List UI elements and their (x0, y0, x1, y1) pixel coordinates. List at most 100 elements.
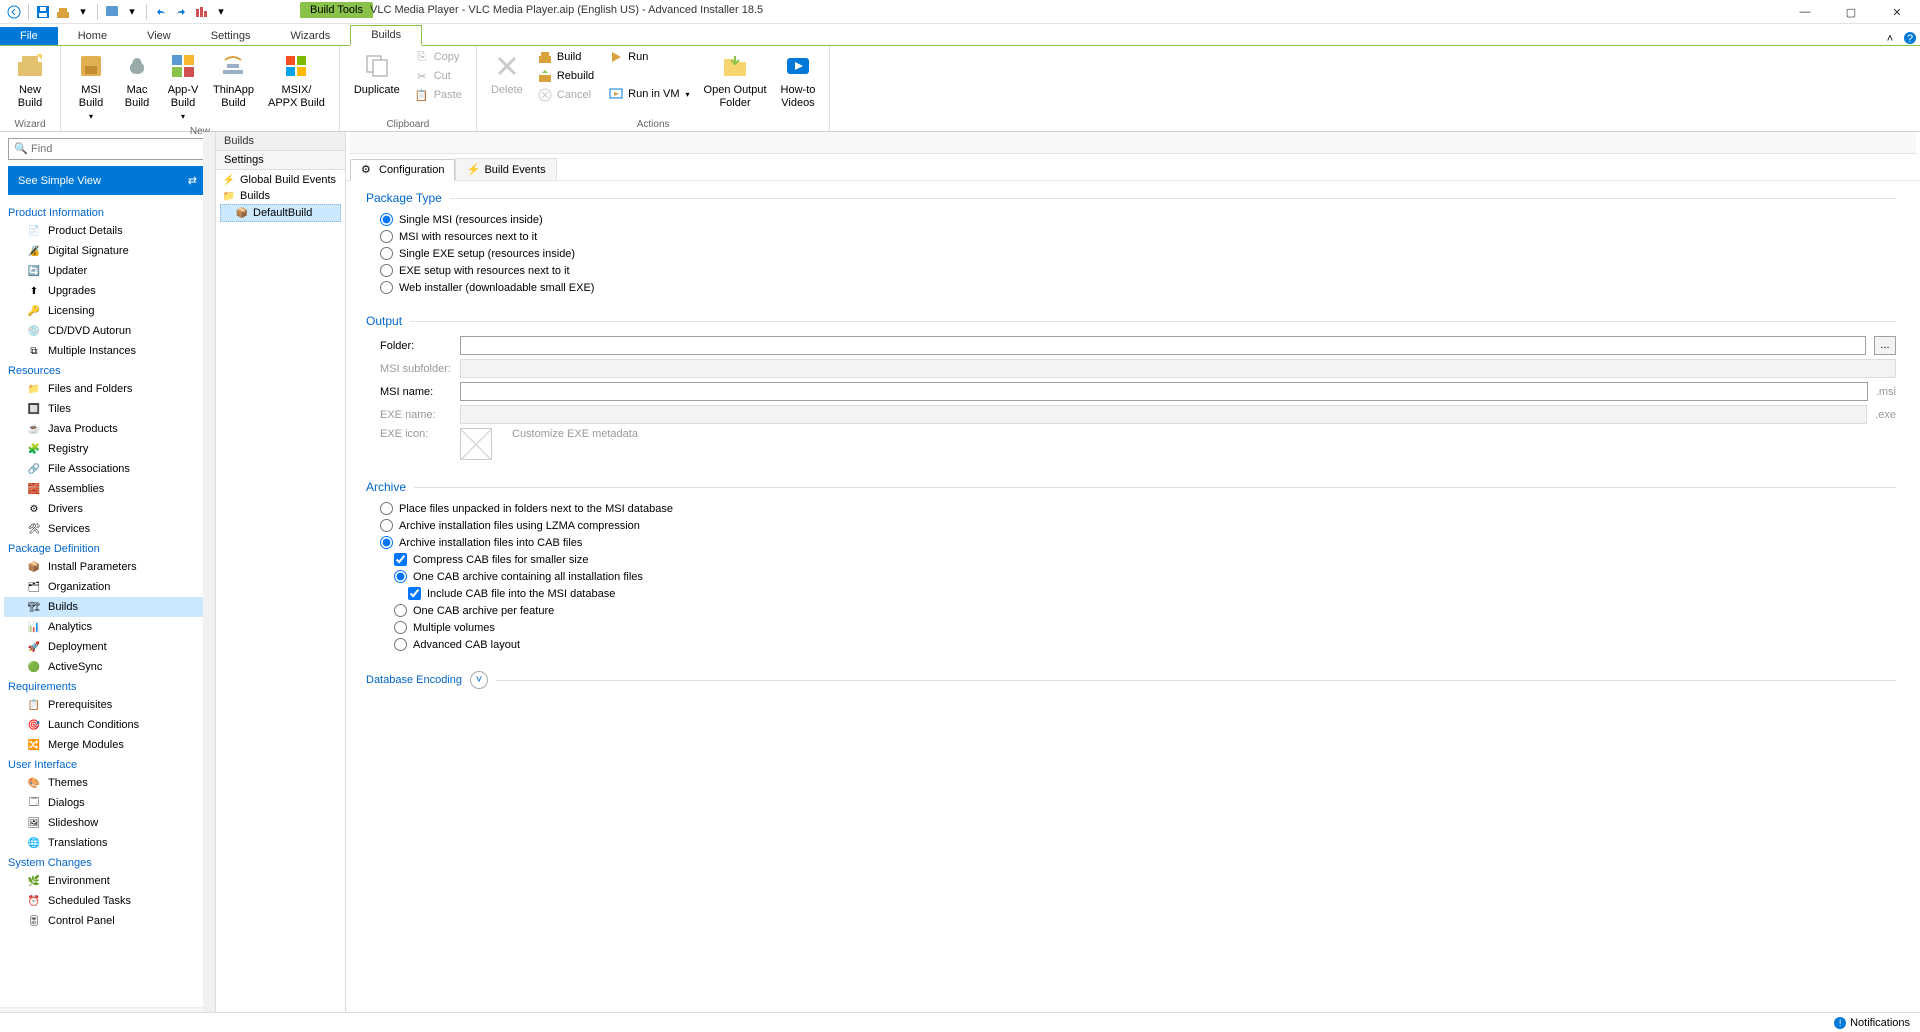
build-icon[interactable] (55, 4, 71, 20)
minimize-button[interactable]: — (1782, 0, 1828, 24)
dropdown-icon[interactable]: ▾ (75, 4, 91, 20)
open-output-button[interactable]: Open Output Folder (700, 48, 771, 112)
chevron-down-icon[interactable]: ˅ (470, 671, 488, 689)
nav-drivers[interactable]: ⚙Drivers (4, 499, 213, 519)
cut-button[interactable]: ✂Cut (410, 67, 466, 85)
notifications-button[interactable]: Notifications (1850, 1017, 1910, 1029)
radio-arc-lzma[interactable]: Archive installation files using LZMA co… (366, 517, 1896, 534)
exe-icon-preview[interactable] (460, 428, 492, 460)
tab-home[interactable]: Home (58, 27, 127, 45)
customize-exe-metadata[interactable]: Customize EXE metadata (512, 428, 638, 440)
nav-deployment[interactable]: 🚀Deployment (4, 637, 213, 657)
input-msi-name[interactable] (460, 382, 1868, 401)
nav-product-details[interactable]: 📄Product Details (4, 221, 213, 241)
nav-activesync[interactable]: 🟢ActiveSync (4, 657, 213, 677)
nav-files-folders[interactable]: 📁Files and Folders (4, 379, 213, 399)
radio-single-exe[interactable]: Single EXE setup (resources inside) (366, 245, 1896, 262)
help-icon[interactable]: ? (1900, 31, 1920, 45)
nav-themes[interactable]: 🎨Themes (4, 773, 213, 793)
tab-view[interactable]: View (127, 27, 191, 45)
close-button[interactable]: ✕ (1874, 0, 1920, 24)
back-icon[interactable] (6, 4, 22, 20)
radio-arc-place[interactable]: Place files unpacked in folders next to … (366, 500, 1896, 517)
build-button[interactable]: Build (533, 48, 598, 66)
radio-exe-next[interactable]: EXE setup with resources next to it (366, 262, 1896, 279)
duplicate-button[interactable]: Duplicate (350, 48, 404, 99)
options-qat-icon[interactable] (193, 4, 209, 20)
nav-builds[interactable]: 🏗Builds (4, 597, 213, 617)
delete-button[interactable]: Delete (487, 48, 527, 99)
browse-folder-button[interactable]: ... (1874, 336, 1896, 355)
nav-slideshow[interactable]: 🖼Slideshow (4, 813, 213, 833)
msix-build-button[interactable]: MSIX/ APPX Build (264, 48, 329, 112)
nav-launch-conditions[interactable]: 🎯Launch Conditions (4, 715, 213, 735)
subtab-build-events[interactable]: ⚡Build Events (455, 158, 556, 180)
nav-merge-modules[interactable]: 🔀Merge Modules (4, 735, 213, 755)
tab-builds[interactable]: Builds (350, 25, 422, 46)
new-build-button[interactable]: New Build (10, 48, 50, 112)
nav-services[interactable]: 🛠Services (4, 519, 213, 539)
run-button[interactable]: Run (604, 48, 693, 66)
dropdown2-icon[interactable]: ▾ (124, 4, 140, 20)
nav-scrollbar[interactable] (203, 132, 215, 1032)
nav-translations[interactable]: 🌐Translations (4, 833, 213, 853)
nav-tiles[interactable]: 🔲Tiles (4, 399, 213, 419)
radio-single-msi[interactable]: Single MSI (resources inside) (366, 211, 1896, 228)
nav-install-parameters[interactable]: 📦Install Parameters (4, 557, 213, 577)
nav-upgrades[interactable]: ⬆Upgrades (4, 281, 213, 301)
tree-builds-node[interactable]: 📁Builds (220, 188, 341, 204)
nav-assemblies[interactable]: 🧱Assemblies (4, 479, 213, 499)
radio-multiple-volumes[interactable]: Multiple volumes (366, 619, 1896, 636)
nav-registry[interactable]: 🧩Registry (4, 439, 213, 459)
tab-wizards[interactable]: Wizards (270, 27, 350, 45)
nav-cddvd-autorun[interactable]: 💿CD/DVD Autorun (4, 321, 213, 341)
copy-button[interactable]: ⎘Copy (410, 48, 466, 66)
see-simple-view-button[interactable]: See Simple View ⇄ (8, 166, 207, 195)
nav-control-panel[interactable]: 🎚Control Panel (4, 911, 213, 931)
find-input[interactable] (8, 138, 207, 160)
dropdown3-icon[interactable]: ▾ (213, 4, 229, 20)
input-folder[interactable] (460, 336, 1866, 355)
nav-multiple-instances[interactable]: ⧉Multiple Instances (4, 341, 213, 361)
appv-build-button[interactable]: App-V Build▾ (163, 48, 203, 124)
subtab-configuration[interactable]: ⚙Configuration (350, 159, 455, 181)
undo-icon[interactable] (153, 4, 169, 20)
nav-licensing[interactable]: 🔑Licensing (4, 301, 213, 321)
nav-updater[interactable]: 🔄Updater (4, 261, 213, 281)
run-qat-icon[interactable] (104, 4, 120, 20)
builds-settings-header[interactable]: Settings (216, 150, 345, 170)
radio-advanced-cab[interactable]: Advanced CAB layout (366, 636, 1896, 653)
rebuild-button[interactable]: Rebuild (533, 67, 598, 85)
cancel-button[interactable]: Cancel (533, 86, 598, 104)
radio-web-installer[interactable]: Web installer (downloadable small EXE) (366, 279, 1896, 296)
nav-analytics[interactable]: 📊Analytics (4, 617, 213, 637)
radio-one-cab-feature[interactable]: One CAB archive per feature (366, 602, 1896, 619)
check-include-cab[interactable]: Include CAB file into the MSI database (366, 585, 1896, 602)
check-compress-cab[interactable]: Compress CAB files for smaller size (366, 551, 1896, 568)
nav-scheduled-tasks[interactable]: ⏰Scheduled Tasks (4, 891, 213, 911)
radio-msi-next[interactable]: MSI with resources next to it (366, 228, 1896, 245)
run-in-vm-button[interactable]: Run in VM▾ (604, 85, 693, 103)
tab-file[interactable]: File (0, 27, 58, 45)
tab-settings[interactable]: Settings (191, 27, 271, 45)
radio-one-cab-all[interactable]: One CAB archive containing all installat… (366, 568, 1896, 585)
notification-icon[interactable]: ! (1834, 1017, 1846, 1029)
msi-build-button[interactable]: MSI Build▾ (71, 48, 111, 124)
tree-global-build-events[interactable]: ⚡Global Build Events (220, 172, 341, 188)
redo-icon[interactable] (173, 4, 189, 20)
thinapp-build-button[interactable]: ThinApp Build (209, 48, 258, 112)
nav-file-associations[interactable]: 🔗File Associations (4, 459, 213, 479)
radio-arc-cab[interactable]: Archive installation files into CAB file… (366, 534, 1896, 551)
nav-organization[interactable]: 🗂Organization (4, 577, 213, 597)
save-icon[interactable] (35, 4, 51, 20)
mac-build-button[interactable]: Mac Build (117, 48, 157, 112)
maximize-button[interactable]: ▢ (1828, 0, 1874, 24)
tree-default-build[interactable]: 📦DefaultBuild (220, 204, 341, 222)
collapse-ribbon-icon[interactable]: ˄ (1880, 33, 1900, 45)
howto-videos-button[interactable]: How-to Videos (777, 48, 820, 112)
paste-button[interactable]: 📋Paste (410, 86, 466, 104)
legend-db-encoding[interactable]: Database Encoding ˅ (366, 671, 1896, 689)
nav-java-products[interactable]: ☕Java Products (4, 419, 213, 439)
nav-prerequisites[interactable]: 📋Prerequisites (4, 695, 213, 715)
nav-dialogs[interactable]: 🗔Dialogs (4, 793, 213, 813)
